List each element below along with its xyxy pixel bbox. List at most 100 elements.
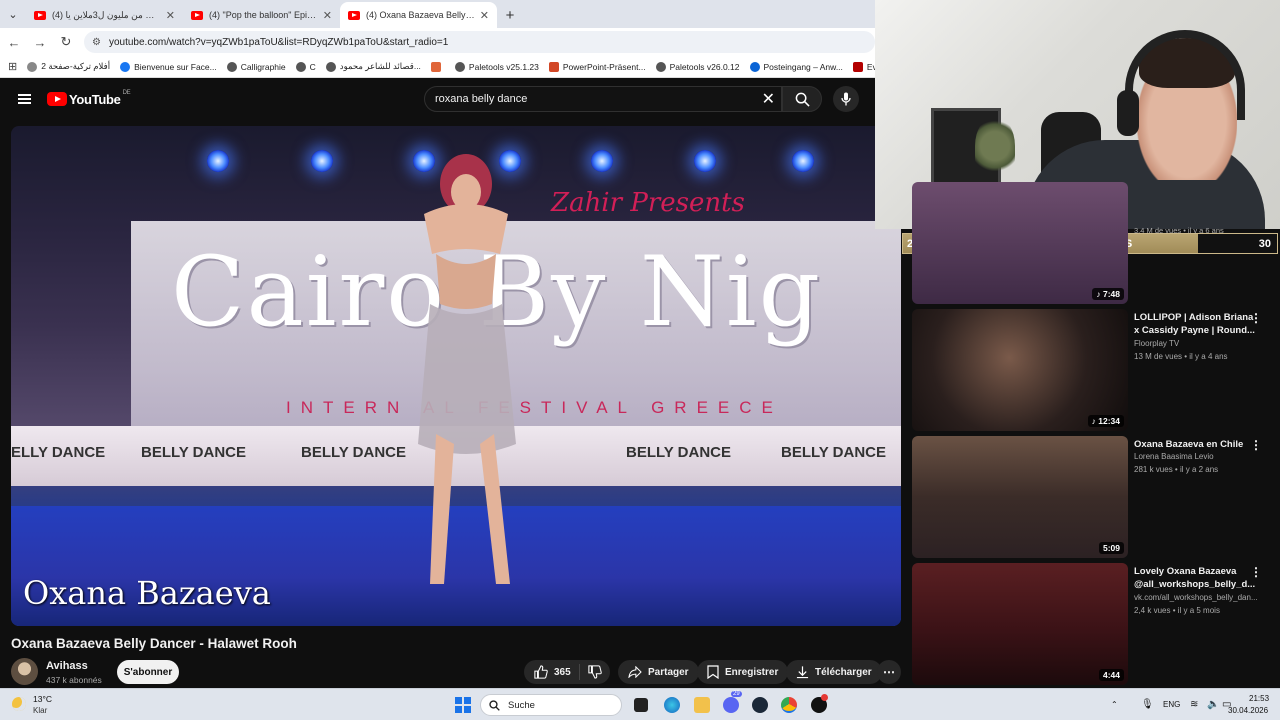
download-label: Télécharger — [815, 666, 872, 678]
like-dislike-group: 365 — [524, 660, 610, 684]
site-info-icon[interactable]: ⚙ — [92, 37, 101, 48]
tab-1[interactable]: (4) العلوش من مليون ل3ملاين يا ✕ — [26, 2, 183, 28]
search-button[interactable] — [782, 86, 822, 112]
tab-3-active[interactable]: (4) Oxana Bazaeva Belly Dancer ✕ — [340, 2, 497, 28]
recommendation-channel[interactable]: vk.com/all_workshops_belly_dan... — [1134, 593, 1259, 602]
microphone-tray-icon[interactable]: 🎙 — [1141, 699, 1154, 710]
subscribe-button[interactable]: S'abonner — [117, 660, 179, 684]
recommendation-item[interactable]: ♪ 12:34 LOLLIPOP | Adison Briana x Cassi… — [912, 309, 1272, 431]
recommendation-item[interactable]: 5:09 Oxana Bazaeva en Chile Lorena Baasi… — [912, 436, 1272, 558]
youtube-logo[interactable]: YouTube DE — [47, 90, 131, 107]
app-icon[interactable] — [811, 694, 828, 713]
back-arrow-icon[interactable]: ← — [2, 30, 26, 54]
bookmark-item[interactable]: Calligraphie — [226, 61, 286, 72]
menu-icon[interactable] — [18, 94, 31, 104]
clock-time[interactable]: 21:53 — [1249, 694, 1269, 703]
bookmark-label: Posteingang – Anw... — [763, 61, 843, 72]
recommendation-title[interactable]: Oxana Bazaeva en Chile — [1134, 438, 1256, 451]
recommendation-item[interactable]: 4:44 Lovely Oxana Bazaeva @all_workshops… — [912, 563, 1272, 685]
download-button[interactable]: Télécharger — [786, 660, 882, 684]
recommendation-thumbnail[interactable]: 5:09 — [912, 436, 1128, 558]
dislike-button[interactable] — [580, 665, 610, 679]
tab-title: (4) "Pop the balloon" Episode 3 — [209, 10, 319, 20]
microphone-icon — [841, 92, 851, 106]
facebook-icon — [120, 61, 131, 72]
thumbs-up-icon — [534, 665, 548, 679]
clear-search-icon[interactable]: ✕ — [762, 89, 775, 109]
task-view-icon[interactable] — [634, 698, 648, 712]
stage-light-icon — [207, 150, 229, 172]
file-explorer-icon[interactable] — [694, 697, 710, 713]
windows-start-icon[interactable] — [455, 697, 471, 713]
youtube-header: YouTube DE roxana belly dance ✕ — [0, 80, 875, 118]
video-duration: 4:44 — [1098, 669, 1124, 681]
video-player[interactable]: Zahir Presents Cairo By Nig INTERN AL FE… — [11, 126, 901, 626]
channel-avatar[interactable] — [11, 658, 38, 685]
bookmark-item[interactable]: PowerPoint-Präsent... — [548, 61, 646, 72]
close-tab-icon[interactable]: ✕ — [166, 9, 175, 22]
weather-moon-icon[interactable] — [12, 697, 26, 711]
tab-2[interactable]: (4) "Pop the balloon" Episode 3 ✕ — [183, 2, 340, 28]
recommendation-title[interactable]: Lovely Oxana Bazaeva @all_workshops_bell… — [1134, 565, 1256, 591]
bookmark-item[interactable]: قصائد للشاعر محمود... — [325, 61, 421, 72]
apps-grid-icon[interactable]: ⊞ — [8, 60, 17, 73]
globe-icon — [655, 61, 666, 72]
bookmark-item[interactable]: Posteingang – Anw... — [749, 61, 843, 72]
globe-icon — [226, 61, 237, 72]
search-icon — [795, 92, 810, 107]
bookmark-icon — [707, 665, 719, 679]
language-indicator[interactable]: ENG — [1163, 700, 1180, 709]
forward-arrow-icon[interactable]: → — [28, 30, 52, 54]
logo-text: YouTube — [69, 91, 121, 107]
more-options-icon[interactable]: ⋮ — [1250, 311, 1262, 325]
video-title: Oxana Bazaeva Belly Dancer - Halawet Roo… — [11, 636, 297, 651]
recommendation-thumbnail[interactable]: ♪ 7:48 — [912, 182, 1128, 304]
bookmark-item[interactable]: Bienvenue sur Face... — [120, 61, 217, 72]
share-button[interactable]: Partager — [618, 660, 699, 684]
save-button[interactable]: Enregistrer — [697, 660, 789, 684]
bookmark-item[interactable]: Paletools v26.0.12 — [655, 61, 740, 72]
more-options-icon[interactable]: ⋮ — [1250, 438, 1262, 452]
dancer-figure — [418, 154, 516, 584]
reload-icon[interactable]: ↻ — [54, 30, 78, 54]
new-tab-button[interactable]: + — [497, 2, 523, 28]
tab-search-button[interactable]: ⌄ — [0, 0, 26, 28]
chrome-icon[interactable] — [781, 697, 797, 713]
address-bar[interactable]: ⚙ youtube.com/watch?v=yqZWb1paToU&list=R… — [84, 31, 875, 53]
url-text: youtube.com/watch?v=yqZWb1paToU&list=RDy… — [108, 36, 449, 48]
close-tab-icon[interactable]: ✕ — [480, 9, 489, 22]
bookmark-favicon-icon — [852, 61, 863, 72]
recommendation-item[interactable]: ♪ 7:48 — [912, 182, 1272, 304]
recommendation-thumbnail[interactable]: ♪ 12:34 — [912, 309, 1128, 431]
bookmark-item[interactable]: Paletools v25.1.23 — [454, 61, 539, 72]
powerpoint-icon — [548, 61, 559, 72]
steam-icon[interactable] — [752, 697, 768, 713]
like-button[interactable]: 365 — [524, 664, 580, 680]
recommendation-channel[interactable]: Floorplay TV — [1134, 339, 1259, 348]
bookmark-item[interactable]: C — [295, 61, 316, 72]
recommendation-thumbnail[interactable]: 4:44 — [912, 563, 1128, 685]
close-tab-icon[interactable]: ✕ — [323, 9, 332, 22]
wifi-icon[interactable]: ≋ — [1190, 699, 1198, 710]
save-label: Enregistrer — [725, 666, 779, 678]
bookmark-item[interactable]: أفلام تركية-صفحة 2 — [27, 61, 110, 72]
edge-browser-icon[interactable] — [664, 697, 680, 713]
volume-icon[interactable]: 🔈 — [1207, 699, 1219, 710]
taskbar-search[interactable]: Suche — [480, 694, 622, 716]
bookmark-item[interactable] — [430, 61, 445, 72]
clock-date[interactable]: 30.04.2026 — [1228, 706, 1268, 715]
stage-light-icon — [694, 150, 716, 172]
channel-name[interactable]: Avihass — [46, 660, 88, 672]
search-query: roxana belly dance — [435, 93, 528, 105]
tray-chevron-icon[interactable]: ⌃ — [1111, 700, 1118, 709]
voice-search-button[interactable] — [833, 86, 859, 112]
browser-toolbar: ← → ↻ ⚙ youtube.com/watch?v=yqZWb1paToU&… — [0, 28, 875, 56]
search-input[interactable]: roxana belly dance ✕ — [424, 86, 782, 112]
more-actions-button[interactable]: ⋯ — [877, 660, 901, 684]
weather-description: Klar — [33, 706, 48, 715]
weather-temperature: 13°C — [33, 694, 52, 704]
more-options-icon[interactable]: ⋮ — [1250, 565, 1262, 579]
recommendation-title[interactable]: LOLLIPOP | Adison Briana x Cassidy Payne… — [1134, 311, 1256, 337]
recommendation-channel[interactable]: Lorena Baasima Levio — [1134, 452, 1259, 461]
discord-icon[interactable]: 29 — [723, 691, 742, 713]
